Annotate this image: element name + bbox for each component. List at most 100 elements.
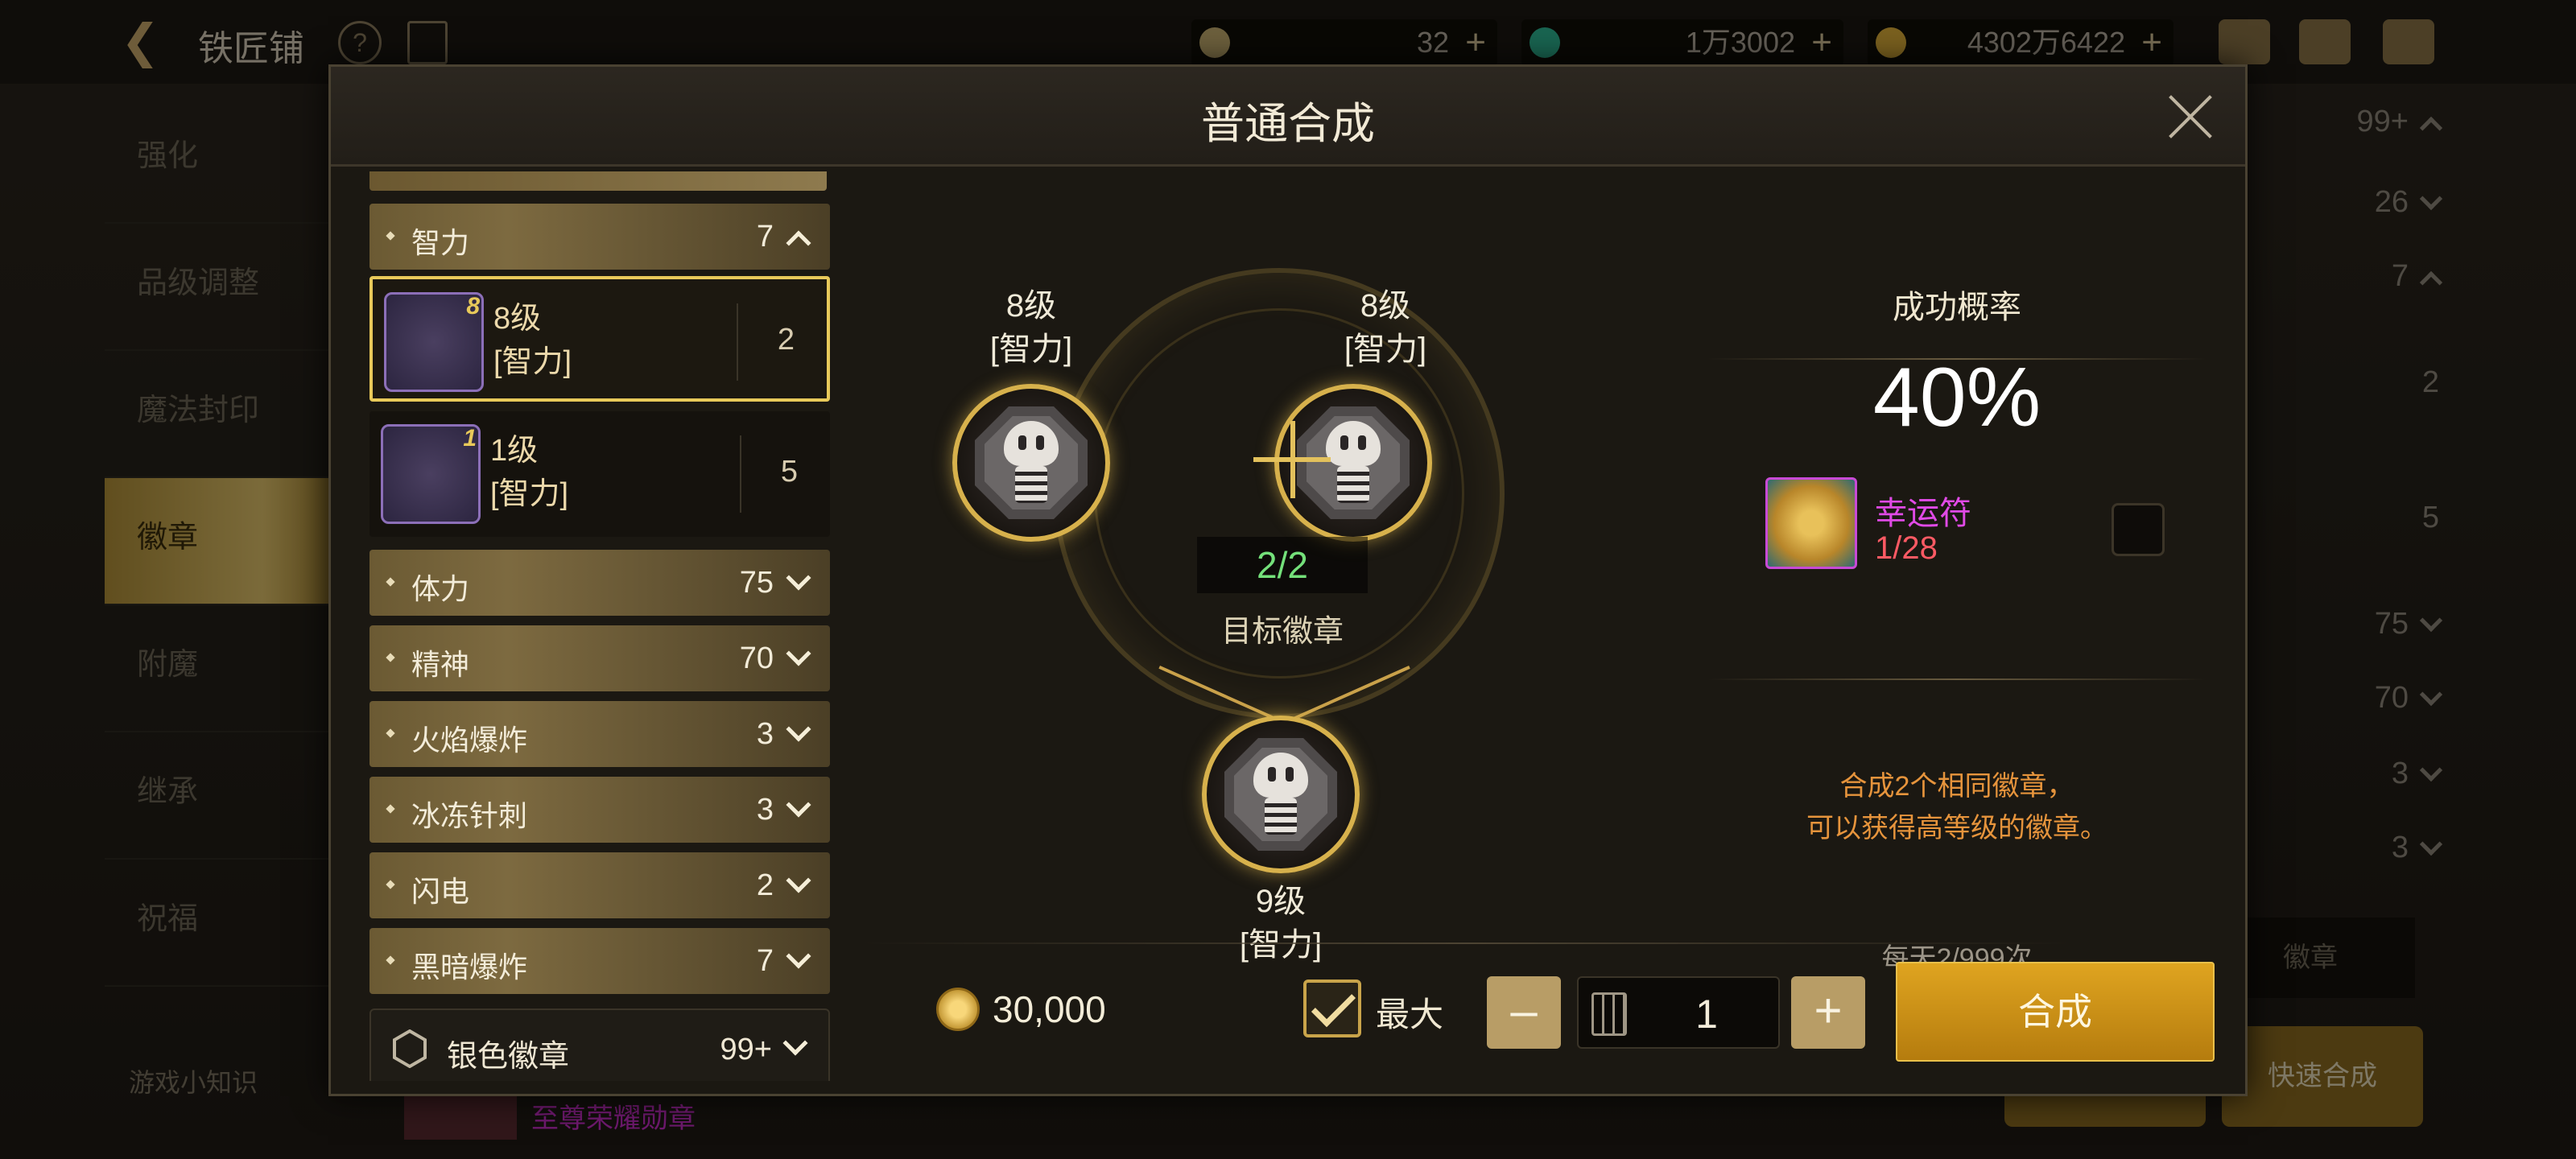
decrease-button[interactable]: –: [1487, 976, 1561, 1049]
bullet-icon: [386, 653, 395, 662]
category-count: 75: [739, 566, 774, 600]
target-label: 目标徽章: [1220, 615, 1344, 649]
badge-item-text: 8级 [智力]: [493, 297, 572, 384]
increase-button[interactable]: +: [1791, 976, 1865, 1049]
plus-icon: [1253, 421, 1331, 498]
category-name: 闪电: [411, 875, 470, 908]
badge-list: 智力 7 8 8级 [智力] 2 1 1级 [智力] 5 体力 75 精神 70…: [361, 171, 836, 1081]
close-icon[interactable]: [2165, 91, 2216, 142]
bullet-icon: [386, 880, 395, 889]
divider: [1707, 678, 2207, 680]
badge-qty: 2: [777, 323, 795, 357]
badge-icon: 8: [384, 292, 484, 392]
chevron-up-icon: [786, 230, 811, 256]
max-checkbox[interactable]: [1303, 980, 1361, 1037]
coil-icon: [1337, 466, 1369, 503]
category-ice[interactable]: 冰冻针刺 3: [369, 777, 830, 843]
material-progress: 2/2: [1197, 537, 1368, 593]
chevron-down-icon: [786, 641, 811, 666]
quantity-value: 1: [1695, 992, 1718, 1037]
craft-modal: 普通合成 智力 7 8 8级 [智力] 2 1 1级 [智力] 5 体力 75 …: [328, 64, 2248, 1096]
bullet-icon: [386, 728, 395, 738]
category-count: 70: [739, 641, 774, 675]
result-slot-label: 9级 [智力]: [1200, 880, 1361, 967]
bullet-icon: [386, 577, 395, 587]
badge-level-digit: 1: [463, 425, 477, 452]
right-slot-attr: [智力]: [1344, 332, 1427, 367]
category-name: 体力: [411, 572, 470, 605]
divider: [740, 435, 741, 513]
category-count: 2: [756, 868, 774, 902]
badge-item-selected[interactable]: 8 8级 [智力] 2: [369, 276, 830, 402]
coil-icon: [1015, 466, 1047, 503]
badge-icon: 1: [381, 424, 481, 524]
category-name: 智力: [411, 226, 470, 259]
bullet-icon: [386, 231, 395, 241]
use-charm-checkbox[interactable]: [2112, 503, 2165, 556]
charm-count: 1/28: [1875, 530, 1938, 566]
result-slot-level: 9级: [1255, 884, 1307, 919]
badge-level-digit: 8: [466, 293, 480, 320]
category-fire[interactable]: 火焰爆炸 3: [369, 701, 830, 767]
divider: [737, 303, 738, 381]
silver-badge-count: 99+: [720, 1033, 772, 1066]
description-line-1: 合成2个相同徽章，: [1839, 771, 2074, 802]
chevron-down-icon: [786, 716, 811, 742]
chevron-down-icon: [786, 943, 811, 969]
compose-area: 8级 [智力] 8级 [智力] 2/2 目标徽章 9级 [智力]: [862, 171, 1699, 976]
calculator-icon[interactable]: [1591, 992, 1627, 1036]
list-scroll-edge: [369, 171, 827, 191]
gold-coin-icon: [936, 988, 980, 1031]
badge-item-text: 1级 [智力]: [490, 429, 568, 516]
category-count: 7: [756, 220, 774, 254]
charm-name: 幸运符: [1875, 496, 1971, 531]
divider: [862, 942, 2070, 944]
material-slot-left[interactable]: [952, 384, 1110, 542]
coil-icon: [1265, 798, 1297, 835]
max-label: 最大: [1376, 996, 1444, 1033]
chevron-down-icon: [786, 792, 811, 818]
right-slot-label: 8级 [智力]: [1305, 284, 1466, 371]
craft-description: 合成2个相同徽章， 可以获得高等级的徽章。: [1691, 765, 2223, 849]
chevron-down-icon: [782, 1030, 808, 1056]
category-name: 黑暗爆炸: [411, 951, 528, 984]
result-slot-attr: [智力]: [1239, 927, 1323, 963]
category-count: 3: [756, 793, 774, 827]
badge-level: 8级: [493, 302, 542, 336]
category-name: 火焰爆炸: [411, 724, 528, 757]
left-slot-attr: [智力]: [989, 332, 1073, 367]
left-slot-label: 8级 [智力]: [951, 284, 1112, 371]
bullet-icon: [386, 955, 395, 965]
right-slot-level: 8级: [1360, 288, 1411, 324]
modal-header: 普通合成: [331, 67, 2245, 167]
modal-title: 普通合成: [1201, 100, 1375, 148]
bullet-icon: [386, 804, 395, 814]
category-stamina[interactable]: 体力 75: [369, 550, 830, 616]
badge-level: 1级: [490, 434, 539, 468]
charm-icon[interactable]: [1765, 477, 1857, 569]
craft-button[interactable]: 合成: [1896, 962, 2215, 1062]
success-title: 成功概率: [1893, 290, 2021, 325]
success-rate: 40%: [1872, 351, 2041, 444]
category-name: 精神: [411, 648, 470, 681]
gold-cost: 30,000: [993, 988, 1106, 1030]
result-slot[interactable]: [1202, 716, 1360, 873]
category-spirit[interactable]: 精神 70: [369, 625, 830, 691]
category-dark[interactable]: 黑暗爆炸 7: [369, 928, 830, 994]
category-count: 7: [756, 944, 774, 978]
left-slot-level: 8级: [1005, 288, 1057, 324]
badge-attr: [智力]: [493, 345, 572, 379]
badge-attr: [智力]: [490, 477, 569, 511]
badge-qty: 5: [780, 455, 798, 489]
silver-badge-group[interactable]: 银色徽章 99+: [369, 1008, 830, 1081]
category-count: 3: [756, 717, 774, 751]
chevron-down-icon: [786, 565, 811, 591]
chevron-down-icon: [786, 868, 811, 893]
description-line-2: 可以获得高等级的徽章。: [1806, 813, 2107, 843]
silver-badge-name: 银色徽章: [447, 1040, 570, 1074]
badge-item[interactable]: 1 1级 [智力] 5: [369, 411, 830, 537]
category-lightning[interactable]: 闪电 2: [369, 852, 830, 918]
quantity-input[interactable]: 1: [1577, 976, 1780, 1049]
category-intelligence[interactable]: 智力 7: [369, 204, 830, 270]
hexagon-icon: [393, 1029, 427, 1068]
